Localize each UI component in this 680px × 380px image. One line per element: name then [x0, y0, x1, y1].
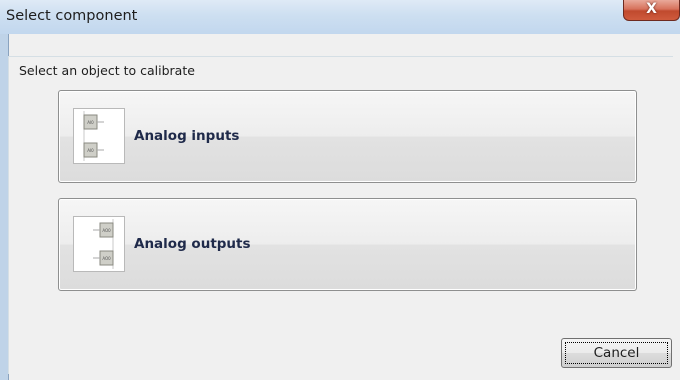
dialog-window: Select component X Select an object to c…: [0, 0, 680, 380]
instruction-label: Select an object to calibrate: [19, 63, 195, 78]
window-title: Select component: [6, 8, 138, 24]
analog-inputs-icon: AI0 AI0: [73, 108, 125, 164]
close-button[interactable]: X: [623, 0, 680, 21]
analog-outputs-label: Analog outputs: [134, 236, 251, 252]
analog-outputs-button[interactable]: AO0 AO0 Analog outputs: [58, 198, 637, 291]
title-bar[interactable]: Select component X: [0, 0, 680, 34]
icon-tag: AO0: [102, 228, 111, 233]
cancel-button-label: Cancel: [593, 345, 640, 361]
analog-outputs-icon: AO0 AO0: [73, 216, 125, 272]
analog-inputs-button[interactable]: AI0 AI0 Analog inputs: [58, 90, 637, 183]
analog-inputs-label: Analog inputs: [134, 128, 240, 144]
close-icon: X: [646, 1, 657, 17]
icon-tag: AO0: [102, 256, 111, 261]
cancel-button[interactable]: Cancel: [561, 338, 672, 368]
icon-tag: AI0: [87, 148, 94, 153]
icon-tag: AI0: [87, 120, 94, 125]
